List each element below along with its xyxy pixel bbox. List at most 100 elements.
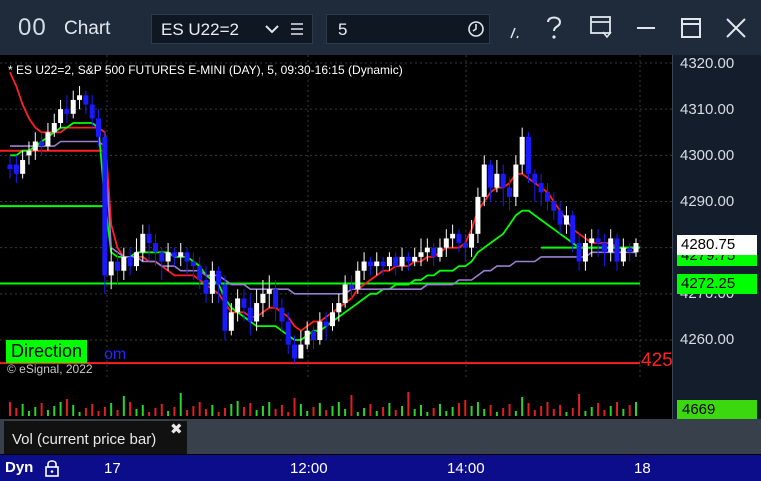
close-icon[interactable] (725, 17, 747, 39)
candle-body (102, 136, 108, 276)
volume-bar (268, 402, 271, 416)
last-price-label: 4280.75 (677, 235, 757, 255)
candle-body (285, 321, 291, 345)
volume-bar (597, 403, 600, 416)
window-title: Chart (64, 18, 111, 39)
volume-bar (306, 411, 309, 416)
app-logo: 00 (18, 14, 47, 41)
candle-body (614, 238, 620, 262)
volume-bar (160, 404, 163, 416)
candle-body (418, 252, 424, 257)
volume-popup: Vol (current price bar) (4, 421, 187, 454)
volume-bar (470, 406, 473, 416)
candle-body (336, 303, 342, 313)
candle-body (323, 321, 329, 327)
candle-body (507, 187, 513, 197)
candle-body (178, 252, 184, 257)
symbol-menu-icon[interactable] (290, 22, 304, 36)
price-tick: 4320.00 (680, 55, 735, 72)
candle-body (266, 289, 272, 294)
candle-body (412, 256, 418, 262)
volume-bar (84, 408, 87, 416)
volume-bar (559, 405, 562, 416)
volume-bar (401, 406, 404, 416)
candle-body (494, 173, 500, 188)
candle-body (576, 243, 582, 262)
volume-bar (15, 408, 18, 416)
symbol-selector[interactable]: ES U22=2 (151, 14, 313, 44)
volume-bar (122, 396, 125, 416)
lock-icon[interactable] (43, 458, 61, 478)
candle-body (114, 261, 120, 271)
volume-bar (65, 399, 68, 416)
volume-bar (318, 403, 321, 416)
volume-bar (236, 401, 239, 416)
volume-bar (274, 409, 277, 416)
volume-bar (546, 402, 549, 416)
candle-body (32, 141, 38, 151)
volume-bar (451, 407, 454, 416)
volume-bar (527, 403, 530, 416)
candle-body (532, 173, 538, 184)
volume-bar (59, 402, 62, 416)
candle-body (519, 136, 525, 165)
price-axis[interactable]: 4320.00 4310.00 4300.00 4290.00 4270.00 … (672, 55, 761, 378)
volume-bar (249, 403, 252, 416)
time-tick: 18 (634, 460, 651, 477)
candle-body (298, 344, 304, 359)
candle-body (374, 261, 380, 267)
volume-bar (167, 411, 170, 416)
candle-body (393, 256, 399, 267)
draw-tool-icon[interactable] (508, 24, 522, 40)
volume-bar (129, 402, 132, 416)
volume-bar (413, 409, 416, 416)
candle-body (121, 256, 127, 271)
candle-body (20, 159, 26, 174)
title-bar: 00 Chart ES U22=2 5 (0, 0, 761, 55)
volume-pane[interactable] (0, 382, 672, 419)
volume-bar (116, 410, 119, 416)
candle-body (589, 238, 595, 244)
volume-bar (533, 410, 536, 416)
volume-bar (78, 412, 81, 416)
candle-body (13, 164, 19, 174)
candle-body (361, 261, 367, 271)
candle-body (317, 321, 323, 340)
candle-body (469, 233, 475, 248)
layout-menu-icon[interactable] (589, 14, 613, 40)
volume-bar (356, 412, 359, 416)
volume-bar (34, 407, 37, 416)
candle-body (304, 330, 310, 345)
chevron-down-icon[interactable] (264, 22, 280, 36)
interval-selector[interactable]: 5 (326, 14, 490, 44)
volume-bar (578, 394, 581, 416)
volume-bar (521, 397, 524, 416)
volume-bar (135, 409, 138, 416)
candle-body (279, 307, 285, 322)
volume-bar (369, 404, 372, 416)
candle-body (273, 289, 279, 308)
maximize-icon[interactable] (680, 17, 702, 39)
help-icon[interactable] (543, 14, 565, 40)
candle-body (184, 252, 190, 262)
candle-body (582, 243, 588, 262)
candle-body (235, 298, 241, 313)
price-chart[interactable] (0, 55, 672, 378)
candle-body (570, 215, 576, 244)
candle-body (292, 344, 298, 359)
time-axis[interactable]: Dyn 17 12:00 14:00 18 (0, 455, 761, 481)
interval-value: 5 (338, 20, 348, 39)
clock-icon[interactable] (467, 20, 485, 38)
time-tick: 14:00 (447, 460, 485, 477)
close-volume-icon[interactable]: ✖ (170, 420, 183, 438)
candle-body (551, 201, 557, 211)
dynamic-mode-label[interactable]: Dyn (5, 459, 33, 476)
minimize-icon[interactable] (636, 18, 656, 38)
candle-body (127, 256, 133, 267)
volume-bar (217, 412, 220, 416)
candle-body (152, 243, 158, 253)
candle-body (500, 173, 506, 188)
volume-bar (9, 402, 11, 416)
volume-bar (173, 407, 176, 416)
volume-bar (552, 409, 555, 416)
